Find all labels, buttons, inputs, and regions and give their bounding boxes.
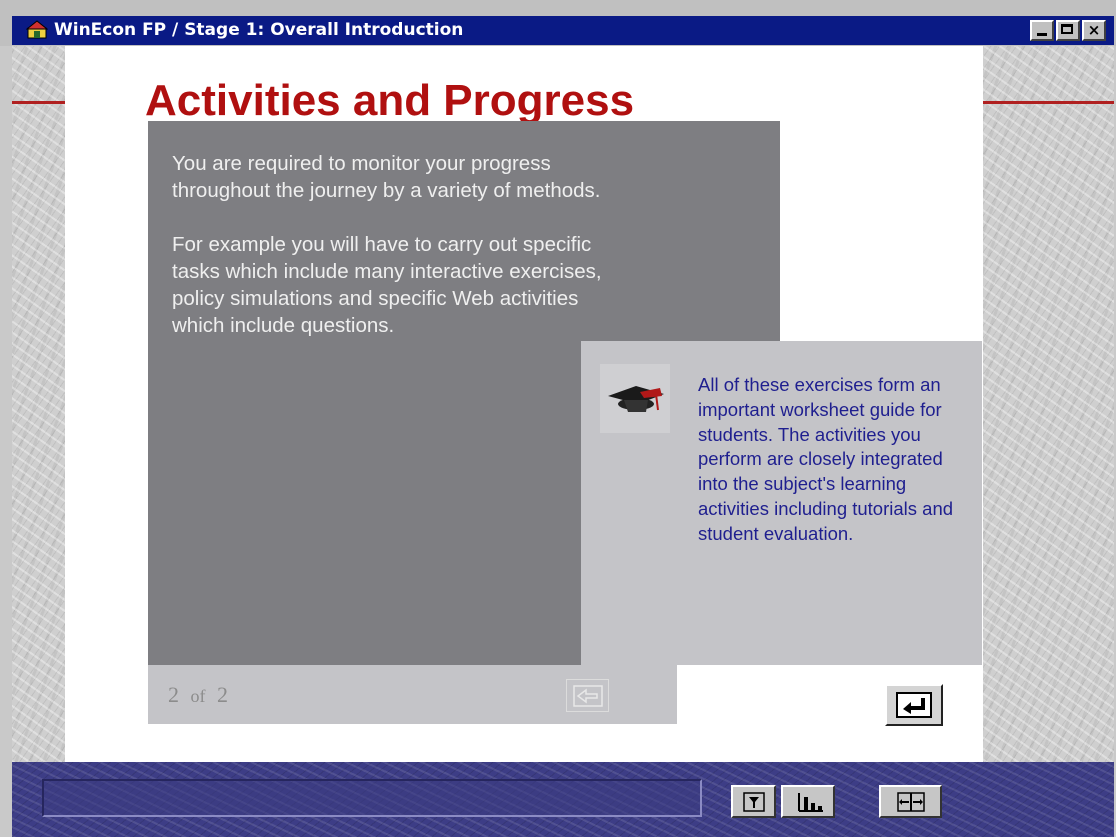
left-red-rule [12,101,67,104]
page-current: 2 [168,682,179,707]
graduation-cap-icon [600,364,670,433]
return-arrow-icon [896,692,932,718]
title-bar[interactable]: WinEcon FP / Stage 1: Overall Introducti… [12,16,1114,45]
page-of: of [190,686,206,706]
chart-button[interactable] [781,785,835,818]
help-button[interactable] [731,785,776,818]
right-red-rule [983,101,1114,104]
back-arrow-icon [572,684,603,707]
main-paragraph: For example you will have to carry out s… [172,233,602,337]
maximize-button[interactable] [1056,20,1080,41]
winecon-app-icon [26,20,48,39]
page-title: Activities and Progress [145,76,635,125]
main-text: You are required to monitor your progres… [172,150,602,366]
close-button[interactable]: × [1082,20,1106,41]
page-total: 2 [217,682,228,707]
exit-button[interactable] [879,785,942,818]
main-paragraph: You are required to monitor your progres… [172,152,601,202]
chart-icon [798,792,823,812]
status-bar [42,779,702,817]
window-frame: WinEcon FP / Stage 1: Overall Introducti… [0,0,1116,46]
help-icon [742,791,765,812]
return-button[interactable] [885,684,943,726]
info-text: All of these exercises form an important… [698,374,954,544]
minimize-button[interactable] [1030,20,1054,41]
exit-icon [896,791,925,812]
page-indicator: 2 of 2 [168,682,228,708]
window-title: WinEcon FP / Stage 1: Overall Introducti… [54,20,464,40]
back-button[interactable] [566,679,609,712]
